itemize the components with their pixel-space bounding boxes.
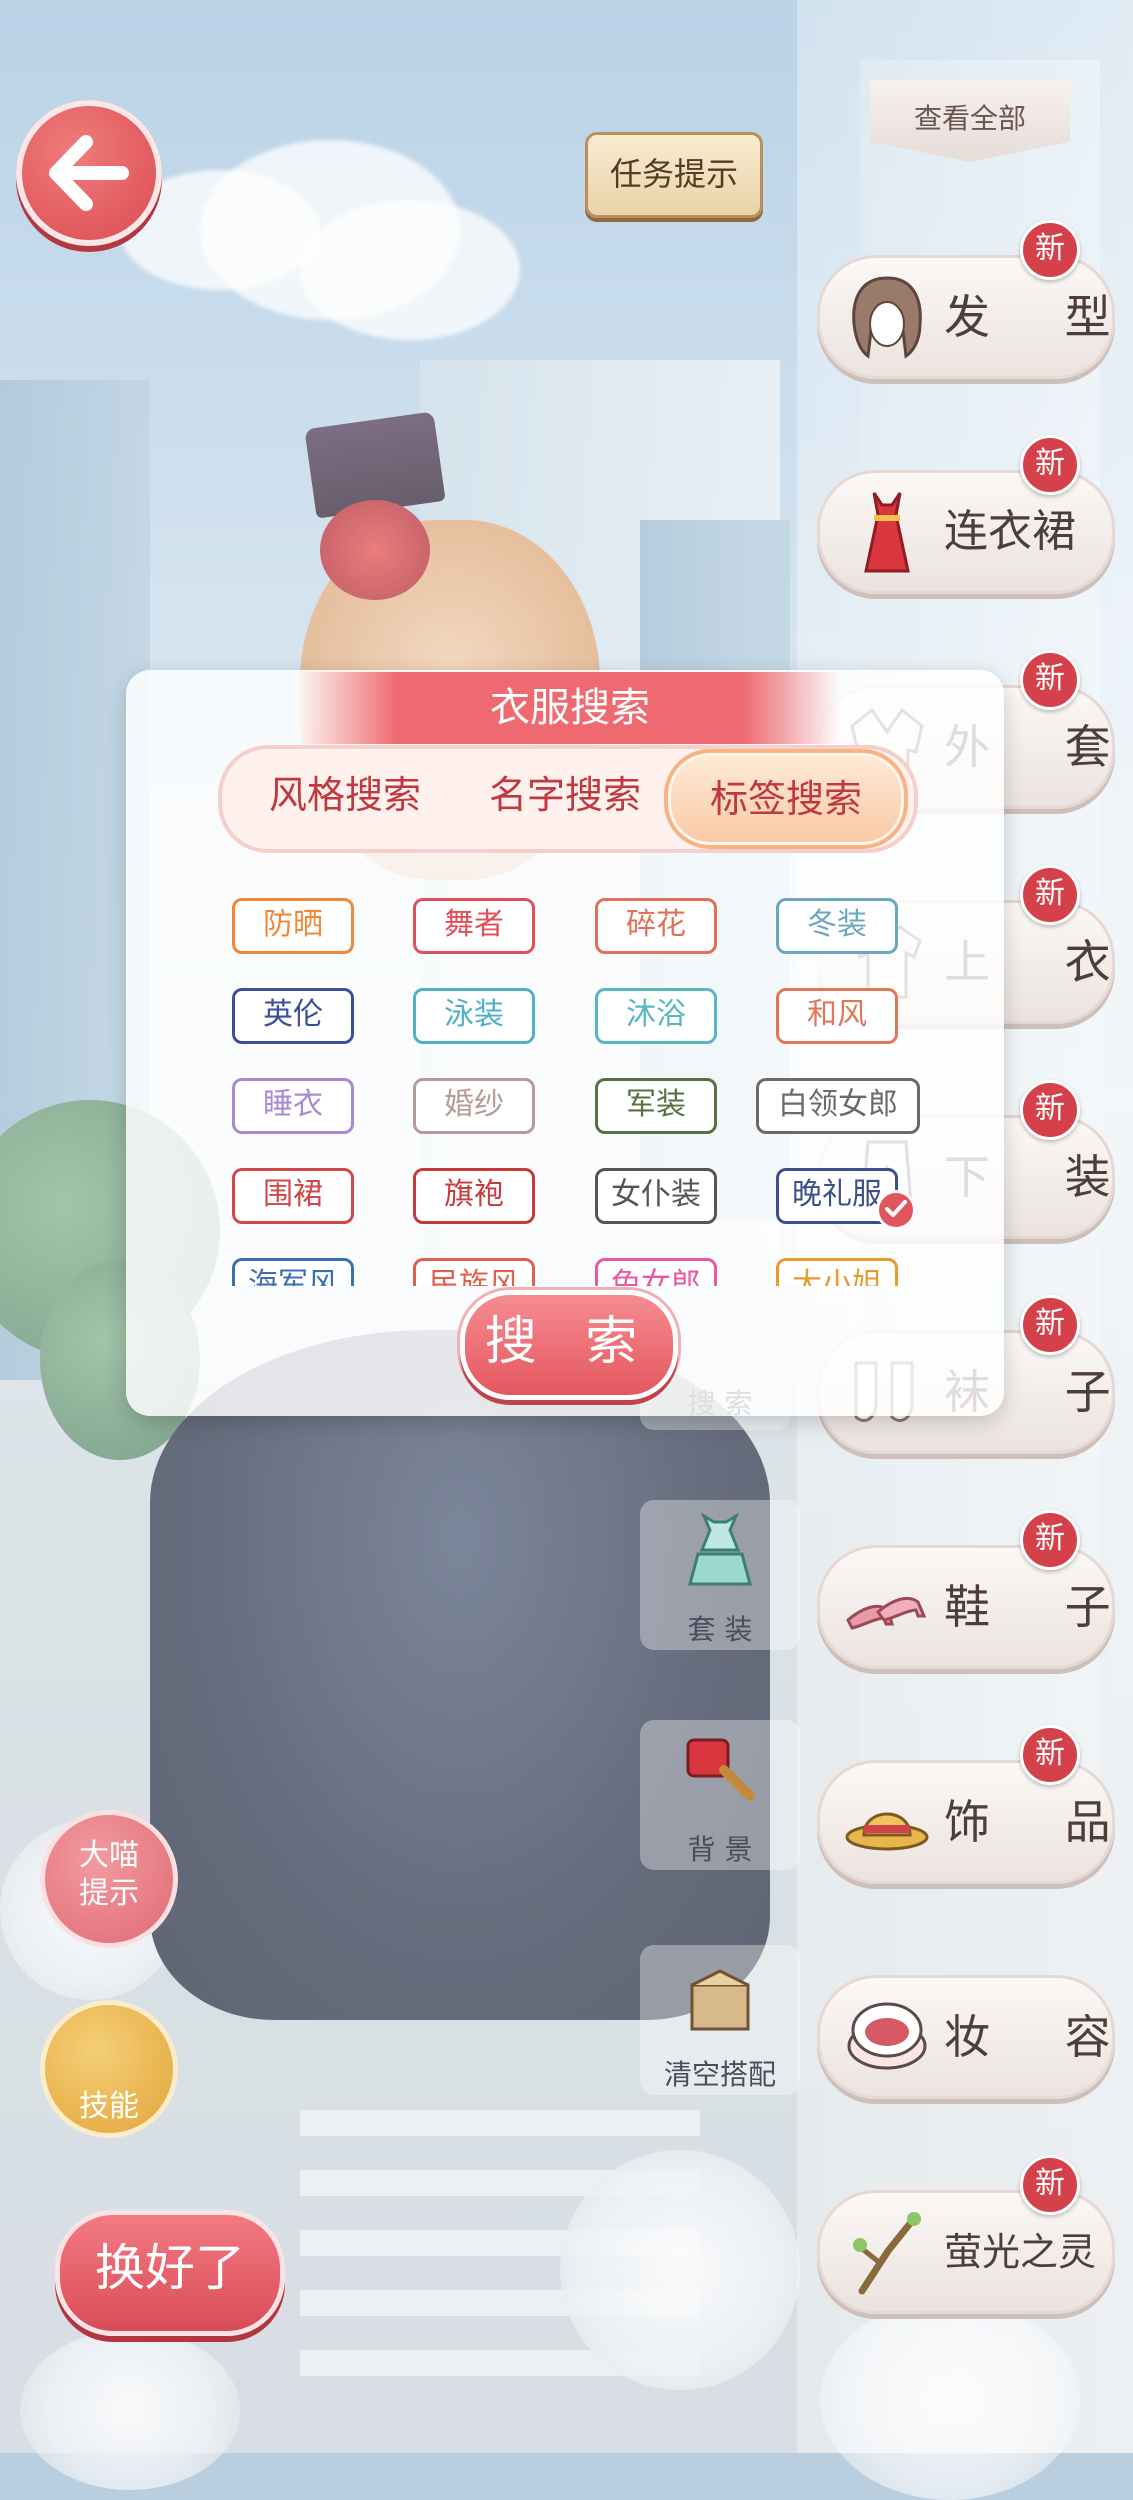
dialog-title: 衣服搜索 (490, 685, 650, 731)
tool-label: 清空搭配 (663, 2058, 776, 2091)
new-badge: 新 (1020, 435, 1080, 495)
tag-10[interactable]: 军装 (595, 1078, 717, 1134)
new-badge: 新 (1020, 1295, 1080, 1355)
arrow-left-icon (49, 135, 129, 211)
tag-17[interactable]: 民族风 (413, 1258, 535, 1286)
tag-6[interactable]: 沐浴 (595, 988, 717, 1044)
suit-tool-button[interactable]: 套 装 (640, 1500, 800, 1650)
branch-icon (853, 2212, 921, 2295)
new-badge: 新 (1020, 220, 1080, 280)
category-dress[interactable]: 连衣裙 (817, 470, 1115, 594)
skill-button[interactable]: 技能 (40, 2000, 178, 2138)
category-accessories[interactable]: 饰 品 (817, 1760, 1115, 1884)
tab-tag-search[interactable]: 标签搜索 (664, 749, 908, 849)
new-badge: 新 (1020, 1080, 1080, 1140)
shoes-icon (846, 1596, 927, 1630)
background-tool-button[interactable]: 背 景 (640, 1720, 800, 1870)
tag-grid: 防晒 舞者 碎花 冬装 英伦 泳装 沐浴 和风 睡衣 婚纱 军装 白领女郎 围裙 旗袍 女仆装 晚礼服 海军风民… (210, 880, 930, 1286)
task-hint-button[interactable]: 任务提示 (585, 132, 763, 218)
tool-label: 背 景 (687, 1833, 753, 1866)
category-makeup[interactable]: 妆 容 (817, 1975, 1115, 2099)
tag-8[interactable]: 睡衣 (232, 1078, 354, 1134)
tag-14[interactable]: 女仆装 (595, 1168, 717, 1224)
selected-check-icon (876, 1190, 916, 1230)
category-label: 萤光之灵 (944, 2230, 1097, 2274)
tag-5[interactable]: 泳装 (413, 988, 535, 1044)
tab-style-search[interactable]: 风格搜索 (240, 749, 450, 841)
category-spirit[interactable]: 萤光之灵 (817, 2190, 1115, 2314)
clear-outfit-button[interactable]: 清空搭配 (640, 1945, 800, 2095)
category-label: 妆 容 (944, 2010, 1133, 2064)
suit-icon (688, 1512, 752, 1586)
paint-brush-icon (686, 1738, 755, 1801)
tag-1[interactable]: 舞者 (413, 898, 535, 954)
tag-18[interactable]: 兔女郎 (595, 1258, 717, 1286)
tag-7[interactable]: 和风 (776, 988, 898, 1044)
new-badge: 新 (1020, 1510, 1080, 1570)
hat-icon (845, 1812, 929, 1851)
tag-13[interactable]: 旗袍 (413, 1168, 535, 1224)
cat-hint-button[interactable]: 大喵 提示 (40, 1810, 178, 1948)
back-button[interactable] (16, 100, 162, 246)
tab-name-search[interactable]: 名字搜索 (460, 749, 670, 841)
new-badge: 新 (1020, 650, 1080, 710)
skill-label: 技能 (79, 2089, 139, 2124)
search-button[interactable]: 搜 索 (460, 1290, 678, 1400)
new-badge: 新 (1020, 1725, 1080, 1785)
tag-16[interactable]: 海军风 (232, 1258, 354, 1286)
cat-hint-label: 大喵 提示 (79, 1838, 139, 1911)
hair-icon (852, 276, 922, 359)
new-badge: 新 (1020, 865, 1080, 925)
tool-label: 套 装 (687, 1613, 753, 1646)
category-shoes[interactable]: 鞋 子 (817, 1545, 1115, 1669)
tag-9[interactable]: 婚纱 (413, 1078, 535, 1134)
done-button[interactable]: 换好了 (55, 2210, 285, 2336)
new-badge: 新 (1020, 2155, 1080, 2215)
box-icon (690, 1969, 750, 2031)
makeup-icon (847, 2002, 927, 2070)
tag-19[interactable]: 大小姐 (776, 1258, 898, 1286)
tag-11[interactable]: 白领女郎 (756, 1078, 920, 1134)
dress-icon (864, 492, 910, 573)
tag-4[interactable]: 英伦 (232, 988, 354, 1044)
category-hair[interactable]: 发 型 (817, 255, 1115, 379)
tag-12[interactable]: 围裙 (232, 1168, 354, 1224)
tag-3[interactable]: 冬装 (776, 898, 898, 954)
tag-2[interactable]: 碎花 (595, 898, 717, 954)
tag-0[interactable]: 防晒 (232, 898, 354, 954)
